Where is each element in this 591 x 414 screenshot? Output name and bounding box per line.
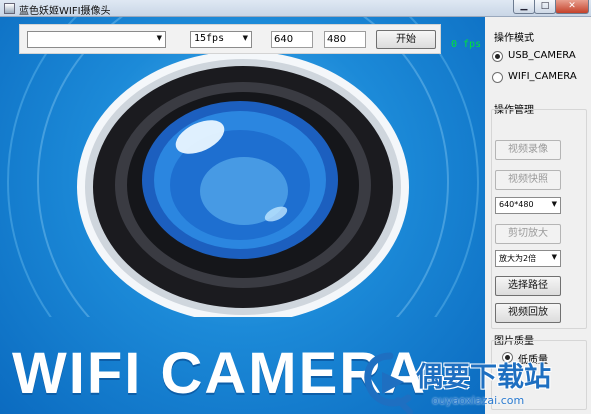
close-button[interactable]: ✕ <box>555 0 589 14</box>
radio-checked-icon <box>492 51 503 62</box>
radio-unchecked-icon <box>492 72 503 83</box>
watermark: 偶要下载站 ouyaoxiazai.com <box>360 352 591 414</box>
fps-readout: 0 fps <box>451 39 482 50</box>
app-icon <box>4 3 15 14</box>
fps-select[interactable]: 15fps ▼ <box>190 31 252 48</box>
minimize-icon: ▁ <box>520 1 528 11</box>
chevron-down-icon: ▼ <box>551 200 557 208</box>
chevron-down-icon: ▼ <box>156 34 162 42</box>
watermark-url: ouyaoxiazai.com <box>432 394 525 407</box>
record-video-button[interactable]: 视频录像 <box>495 140 561 160</box>
mode-group-title: 操作模式 <box>494 33 534 44</box>
zoom-select[interactable]: 放大为2倍 ▼ <box>495 250 561 267</box>
maximize-icon: □ <box>540 1 550 11</box>
snapshot-button[interactable]: 视频快照 <box>495 170 561 190</box>
video-toolbar: ▼ 15fps ▼ 640 480 开始 <box>19 24 441 54</box>
maximize-button[interactable]: □ <box>534 0 556 14</box>
title-bar: 蓝色妖姬WIFI摄像头 ▁ □ ✕ <box>0 0 591 17</box>
close-icon: ✕ <box>568 1 576 11</box>
chevron-down-icon: ▼ <box>551 253 557 261</box>
resolution-select[interactable]: 640*480 ▼ <box>495 197 561 214</box>
height-input[interactable]: 480 <box>324 31 366 48</box>
camera-source-select[interactable]: ▼ <box>27 31 166 48</box>
camera-lens-graphic <box>7 17 479 317</box>
resolution-value: 640*480 <box>499 200 534 209</box>
zoom-value: 放大为2倍 <box>499 254 537 263</box>
crop-zoom-button[interactable]: 剪切放大 <box>495 224 561 244</box>
mode-usb-label: USB_CAMERA <box>508 50 576 61</box>
playback-button[interactable]: 视频回放 <box>495 303 561 323</box>
chevron-down-icon: ▼ <box>242 34 248 42</box>
start-button[interactable]: 开始 <box>376 30 436 49</box>
minimize-button[interactable]: ▁ <box>513 0 535 14</box>
mode-wifi-label: WIFI_CAMERA <box>508 71 577 82</box>
window-title: 蓝色妖姬WIFI摄像头 <box>19 6 111 17</box>
fps-select-value: 15fps <box>194 33 225 44</box>
watermark-name: 偶要下载站 <box>416 362 551 392</box>
choose-path-button[interactable]: 选择路径 <box>495 276 561 296</box>
watermark-logo-icon <box>364 352 413 414</box>
width-input[interactable]: 640 <box>271 31 313 48</box>
